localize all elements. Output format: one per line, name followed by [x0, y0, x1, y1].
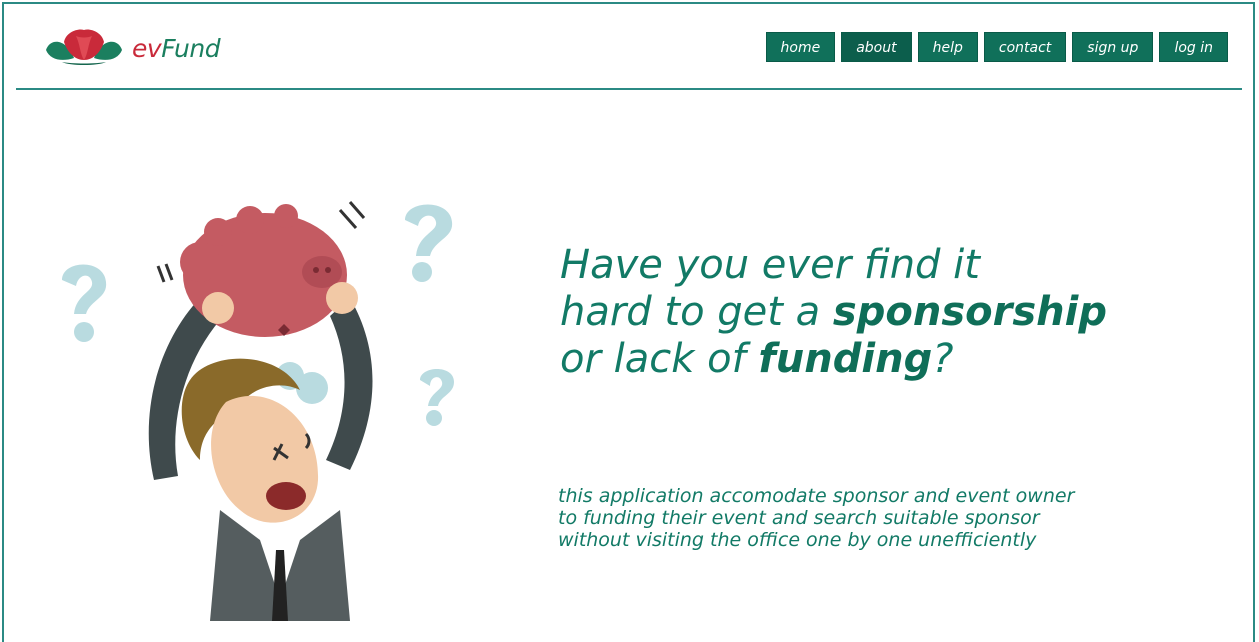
headline-line-2: hard to get a sponsorship: [560, 289, 1200, 336]
headline-question-mark: ?: [932, 336, 954, 382]
headline-sponsorship: sponsorship: [832, 289, 1107, 335]
nav-contact[interactable]: contact: [983, 32, 1067, 62]
hero-illustration: [50, 180, 490, 621]
main-nav: home about help contact sign up log in: [765, 32, 1228, 62]
nav-log-in[interactable]: log in: [1159, 32, 1228, 62]
headline-line-1: Have you ever find it: [560, 242, 980, 288]
nav-sign-up[interactable]: sign up: [1072, 32, 1154, 62]
headline-line-3-text: or lack of: [560, 336, 759, 382]
headline-funding: funding: [758, 336, 933, 382]
nav-home[interactable]: home: [765, 32, 836, 62]
nav-about[interactable]: about: [841, 32, 912, 62]
question-mark-icon: [62, 264, 107, 342]
headline-line-3: or lack of funding?: [560, 336, 1200, 383]
nav-help[interactable]: help: [917, 32, 978, 62]
question-mark-icon: [405, 204, 453, 282]
tagline-line-2: to funding their event and search suitab…: [558, 507, 1040, 529]
tagline-line-1: this application accomodate sponsor and …: [558, 485, 1075, 507]
headline-line-2-text: hard to get a: [560, 289, 833, 335]
brand-name-prefix: ev: [132, 34, 162, 63]
man-breaking-piggy-bank-illustration: [62, 201, 454, 621]
site-logo[interactable]: evFund: [40, 28, 250, 68]
hero-headline: Have you ever find it hard to get a spon…: [560, 242, 1200, 383]
lotus-icon: [46, 29, 122, 65]
question-mark-icon: [420, 369, 454, 426]
brand-name: evFund: [132, 34, 221, 63]
brand-name-suffix: Fund: [161, 34, 221, 63]
hero-tagline: this application accomodate sponsor and …: [558, 485, 1198, 551]
tagline-line-3: without visiting the office one by one u…: [558, 529, 1037, 551]
site-header: evFund home about help contact sign up l…: [16, 20, 1242, 90]
